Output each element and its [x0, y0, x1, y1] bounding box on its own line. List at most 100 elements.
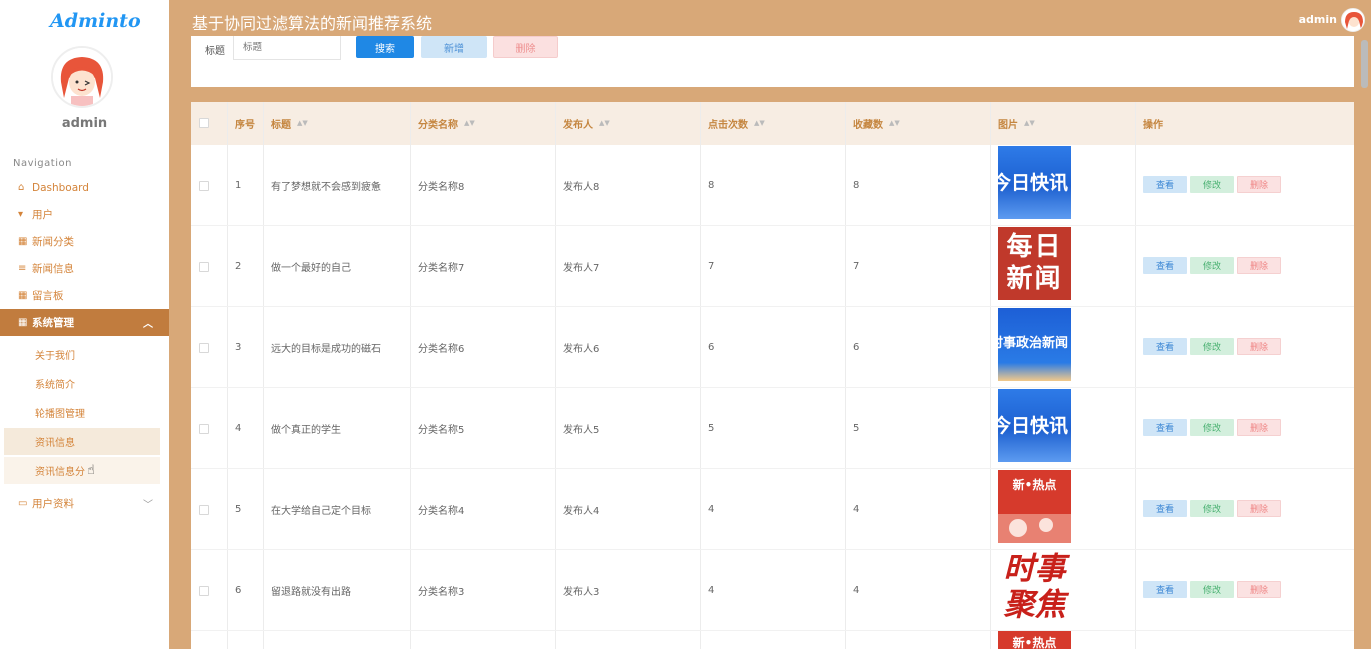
row-checkbox[interactable] [199, 505, 209, 515]
sidebar-username: admin [61, 116, 108, 131]
row-actions: 查看 修改 删除 [1143, 500, 1281, 517]
header-publisher[interactable]: 发布人 ▲▼ [555, 102, 610, 145]
edit-button[interactable]: 修改 [1190, 257, 1234, 274]
sidebar-subitem-carousel[interactable]: 轮播图管理 [4, 399, 160, 426]
row-favorites: 5 [853, 423, 860, 434]
header-avatar[interactable] [1341, 8, 1365, 32]
view-button[interactable]: 查看 [1143, 500, 1187, 517]
home-icon: ⌂ [18, 182, 25, 193]
row-actions: 查看 修改 删除 [1143, 581, 1281, 598]
select-all-checkbox[interactable] [199, 118, 209, 128]
sidebar-item-system-management[interactable]: ▦ 系统管理 ︿ [0, 309, 169, 336]
row-title: 在大学给自己定个目标 [271, 506, 371, 517]
view-button[interactable]: 查看 [1143, 581, 1187, 598]
delete-row-button[interactable]: 删除 [1237, 257, 1281, 274]
sidebar-item-message-board[interactable]: ▦ 留言板 [0, 282, 169, 309]
row-publisher: 发布人8 [563, 182, 600, 193]
row-checkbox[interactable] [199, 343, 209, 353]
row-clicks: 8 [708, 180, 715, 191]
row-actions: 查看 修改 删除 [1143, 176, 1281, 193]
row-actions: 查看 修改 删除 [1143, 257, 1281, 274]
sidebar-subitem-news-info[interactable]: 资讯信息 [4, 428, 160, 455]
row-actions: 查看 修改 删除 [1143, 419, 1281, 436]
sidebar-subitem-intro[interactable]: 系统简介 [4, 370, 160, 397]
view-button[interactable]: 查看 [1143, 419, 1187, 436]
sidebar-item-label: Dashboard [32, 181, 89, 194]
edit-button[interactable]: 修改 [1190, 500, 1234, 517]
add-button[interactable]: 新增 [421, 36, 487, 58]
sidebar-item-dashboard[interactable]: ⌂ Dashboard [0, 174, 169, 201]
row-checkbox[interactable] [199, 262, 209, 272]
sidebar-item-label: 留言板 [32, 290, 64, 302]
row-clicks: 4 [708, 504, 715, 515]
card-icon: ▭ [18, 498, 28, 509]
grid-icon: ▦ [18, 317, 28, 328]
header-index: 序号 [235, 120, 255, 131]
view-button[interactable]: 查看 [1143, 338, 1187, 355]
news-thumbnail[interactable]: 新•热点 [998, 631, 1071, 649]
title-search-input[interactable] [233, 36, 341, 60]
header-title[interactable]: 标题 ▲▼ [263, 102, 308, 145]
row-index: 6 [235, 585, 242, 596]
sort-icon[interactable]: ▲▼ [464, 120, 475, 127]
sidebar-subitem-news-category[interactable]: 资讯信息分 ☝ [4, 457, 160, 484]
edit-button[interactable]: 修改 [1190, 419, 1234, 436]
delete-row-button[interactable]: 删除 [1237, 581, 1281, 598]
delete-row-button[interactable]: 删除 [1237, 419, 1281, 436]
view-button[interactable]: 查看 [1143, 176, 1187, 193]
news-thumbnail[interactable]: 今日快讯 [998, 389, 1071, 462]
news-thumbnail[interactable]: 时事聚焦 [998, 551, 1071, 624]
news-thumbnail[interactable]: 今日快讯 [998, 146, 1071, 219]
edit-button[interactable]: 修改 [1190, 176, 1234, 193]
hand-cursor-icon: ☝ [87, 463, 95, 478]
header-username[interactable]: admin [1299, 13, 1337, 26]
sidebar-item-news-info[interactable]: ≡ 新闻信息 [0, 255, 169, 282]
sort-icon[interactable]: ▲▼ [754, 120, 765, 127]
row-favorites: 8 [853, 180, 860, 191]
delete-row-button[interactable]: 删除 [1237, 176, 1281, 193]
table-row: 2 做一个最好的自己 分类名称7 发布人7 7 7 每日新闻 查看 修改 删除 [191, 226, 1354, 307]
logo[interactable]: Adminto [50, 10, 141, 32]
row-index: 2 [235, 261, 242, 272]
news-thumbnail[interactable]: 时事政治新闻 [998, 308, 1071, 381]
row-publisher: 发布人5 [563, 425, 600, 436]
sort-icon[interactable]: ▲▼ [297, 120, 308, 127]
header-actions: 操作 [1143, 120, 1163, 131]
sidebar-item-news-category[interactable]: ▦ 新闻分类 [0, 228, 169, 255]
news-thumbnail[interactable]: 新•热点 [998, 470, 1071, 543]
row-checkbox[interactable] [199, 424, 209, 434]
delete-row-button[interactable]: 删除 [1237, 500, 1281, 517]
row-category: 分类名称7 [418, 263, 465, 274]
row-checkbox[interactable] [199, 181, 209, 191]
news-table: 序号 标题 ▲▼ 分类名称 ▲▼ 发布人 ▲▼ 点击次数 ▲▼ 收藏数 ▲▼ 图片 ▲▼ 操… [191, 102, 1354, 649]
sort-icon[interactable]: ▲▼ [599, 120, 610, 127]
sort-icon[interactable]: ▲▼ [1024, 120, 1035, 127]
delete-button[interactable]: 删除 [493, 36, 558, 58]
row-clicks: 5 [708, 423, 715, 434]
list-icon: ≡ [18, 263, 27, 274]
row-publisher: 发布人7 [563, 263, 600, 274]
sidebar-item-users[interactable]: ▾ 用户 [0, 201, 169, 228]
sidebar-subitem-label: 资讯信息 [35, 438, 75, 449]
sidebar-subitem-about[interactable]: 关于我们 [4, 341, 160, 368]
row-category: 分类名称5 [418, 425, 465, 436]
view-button[interactable]: 查看 [1143, 257, 1187, 274]
header-favorites[interactable]: 收藏数 ▲▼ [845, 102, 900, 145]
row-clicks: 4 [708, 585, 715, 596]
edit-button[interactable]: 修改 [1190, 581, 1234, 598]
header-clicks[interactable]: 点击次数 ▲▼ [700, 102, 765, 145]
scrollbar-thumb[interactable] [1361, 40, 1368, 88]
sort-icon[interactable]: ▲▼ [889, 120, 900, 127]
row-category: 分类名称3 [418, 587, 465, 598]
edit-button[interactable]: 修改 [1190, 338, 1234, 355]
header-category[interactable]: 分类名称 ▲▼ [410, 102, 475, 145]
scrollbar[interactable] [1357, 40, 1371, 649]
row-checkbox[interactable] [199, 586, 209, 596]
delete-row-button[interactable]: 删除 [1237, 338, 1281, 355]
search-button[interactable]: 搜索 [356, 36, 414, 58]
sidebar-item-user-profile[interactable]: ▭ 用户资料 ﹀ [0, 490, 169, 517]
chevron-down-icon: ﹀ [143, 500, 153, 511]
news-thumbnail[interactable]: 每日新闻 [998, 227, 1071, 300]
row-title: 有了梦想就不会感到疲惫 [271, 182, 381, 193]
header-image[interactable]: 图片 ▲▼ [990, 102, 1035, 145]
